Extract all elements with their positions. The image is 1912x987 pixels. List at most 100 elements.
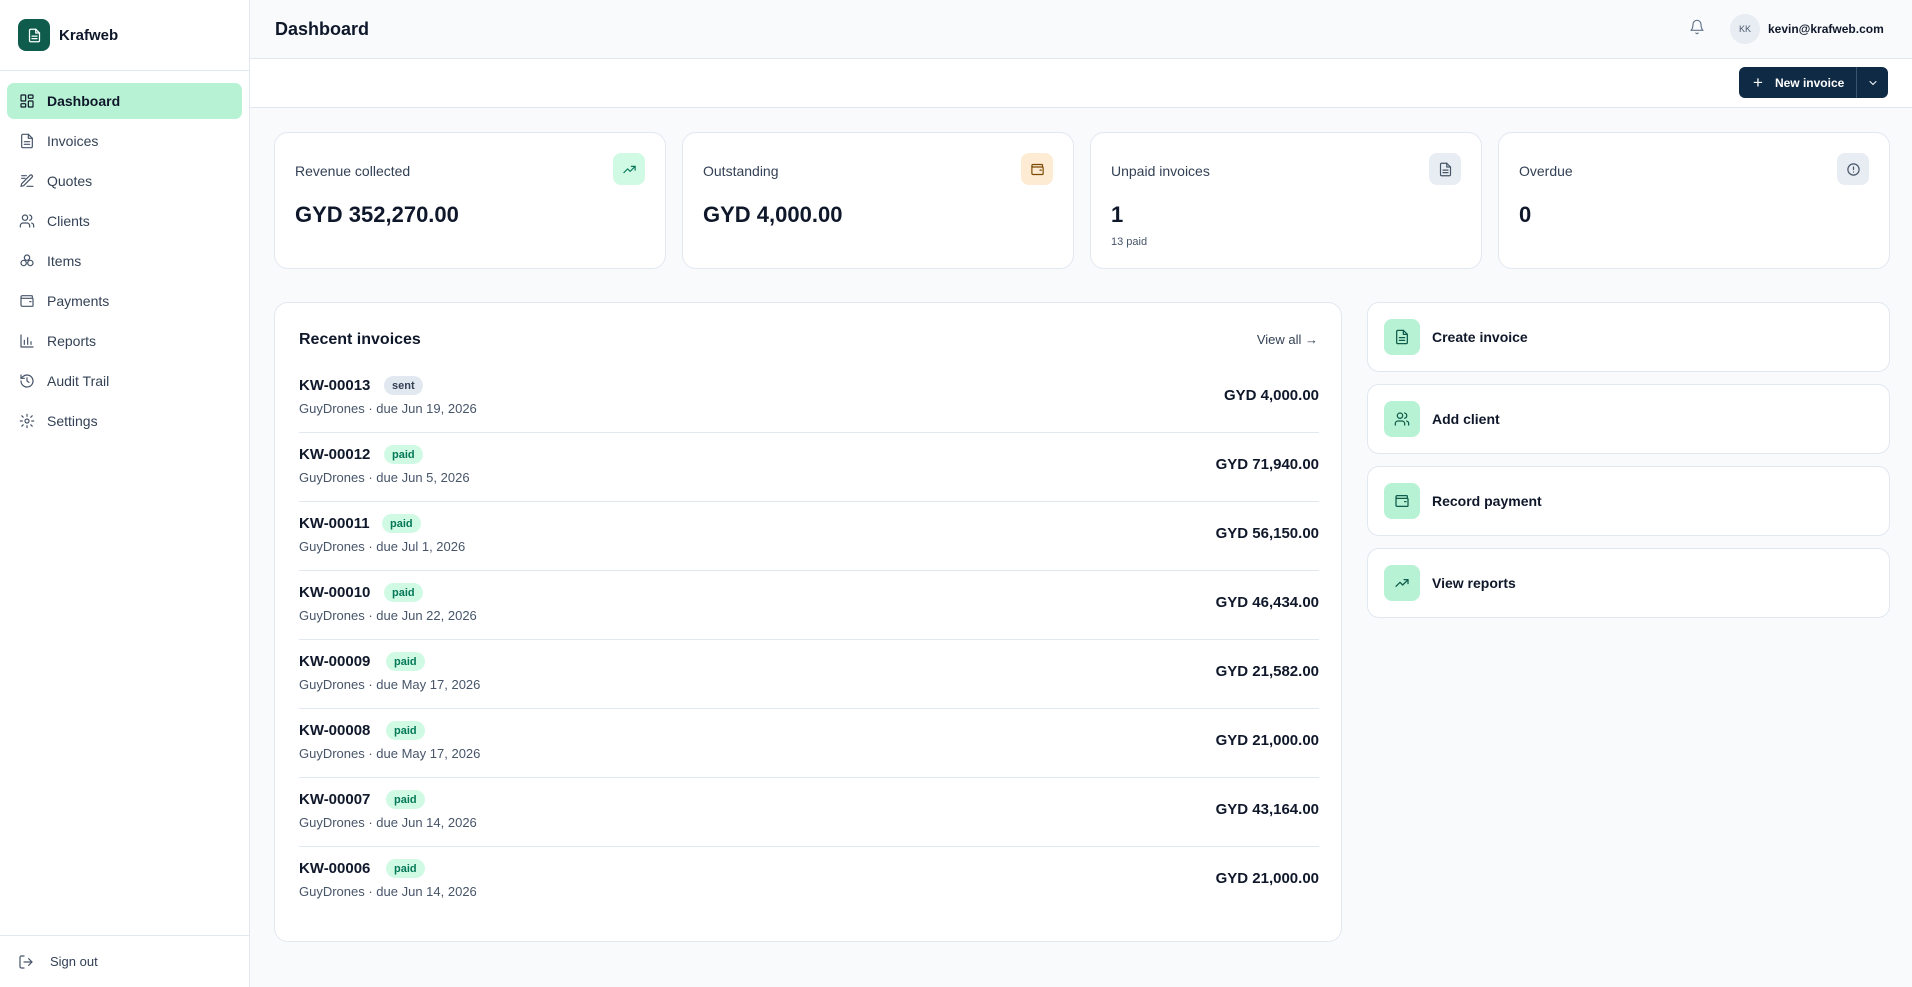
- sidebar-item-label: Clients: [47, 213, 90, 229]
- invoice-number: KW-00009: [299, 653, 371, 670]
- invoice-row[interactable]: KW-00008 paid GuyDrones · due May 17, 20…: [299, 709, 1319, 778]
- sidebar-item-label: Audit Trail: [47, 373, 110, 389]
- user-menu[interactable]: KK kevin@krafweb.com: [1730, 13, 1884, 45]
- sidebar-item-invoices[interactable]: Invoices: [7, 123, 242, 159]
- invoice-amount: GYD 21,000.00: [1215, 870, 1319, 887]
- sidebar-item-dashboard[interactable]: Dashboard: [7, 83, 242, 119]
- stat-label: Revenue collected: [295, 163, 411, 179]
- status-badge: paid: [386, 859, 425, 878]
- invoice-meta: GuyDrones · due Jun 19, 2026: [299, 401, 477, 416]
- invoice-row[interactable]: KW-00012 paid GuyDrones · due Jun 5, 202…: [299, 433, 1319, 502]
- stat-icon-wrap: [613, 153, 645, 185]
- stat-label: Unpaid invoices: [1111, 163, 1210, 179]
- action-icon-wrap: [1384, 565, 1420, 601]
- alert-circle-icon: [1846, 162, 1860, 176]
- sidebar-item-label: Items: [47, 253, 82, 269]
- stat-value: 0: [1519, 202, 1532, 227]
- document-icon: [28, 28, 40, 42]
- stat-icon-wrap: [1021, 153, 1053, 185]
- invoice-row[interactable]: KW-00013 sent GuyDrones · due Jun 19, 20…: [299, 364, 1319, 433]
- stat-subtext: 13 paid: [1111, 236, 1148, 248]
- view-all-link[interactable]: View all →: [1257, 332, 1318, 347]
- invoice-number: KW-00011: [299, 515, 370, 532]
- document-icon: [1396, 329, 1408, 345]
- stat-card-unpaid: Unpaid invoices 1 13 paid: [1090, 132, 1482, 269]
- sidebar-item-label: Reports: [47, 333, 97, 349]
- chevron-down-icon: [1869, 80, 1877, 85]
- stat-card-overdue: Overdue 0: [1498, 132, 1890, 269]
- create-invoice-action[interactable]: Create invoice: [1367, 302, 1890, 372]
- sign-out-button[interactable]: Sign out: [0, 935, 250, 987]
- recent-invoices-card: Recent invoices View all → KW-00013 sent…: [274, 302, 1342, 942]
- sidebar-item-items[interactable]: Items: [7, 243, 242, 279]
- document-icon: [1439, 162, 1451, 176]
- quote-icon: [20, 174, 34, 187]
- sidebar-item-label: Settings: [47, 413, 98, 429]
- brand[interactable]: Krafweb: [0, 0, 249, 71]
- sign-out-icon: [19, 954, 33, 969]
- invoice-row[interactable]: KW-00007 paid GuyDrones · due Jun 14, 20…: [299, 778, 1319, 847]
- invoice-amount: GYD 4,000.00: [1223, 387, 1319, 404]
- invoice-row[interactable]: KW-00011 paid GuyDrones · due Jul 1, 202…: [299, 502, 1319, 571]
- invoice-meta: GuyDrones · due Jun 14, 2026: [299, 815, 477, 830]
- invoice-amount: GYD 43,164.00: [1215, 801, 1319, 818]
- page-title: Dashboard: [275, 18, 370, 39]
- new-invoice-button[interactable]: + New invoice: [1739, 67, 1856, 98]
- users-icon: [19, 214, 35, 228]
- status-badge: paid: [382, 514, 421, 533]
- sign-out-label: Sign out: [50, 954, 98, 969]
- history-icon: [20, 374, 34, 388]
- dashboard-icon: [20, 94, 34, 108]
- invoice-number: KW-00008: [299, 722, 371, 739]
- wallet-icon: [1395, 495, 1409, 507]
- sidebar-item-payments[interactable]: Payments: [7, 283, 242, 319]
- sidebar-item-clients[interactable]: Clients: [7, 203, 242, 239]
- action-label: Record payment: [1432, 493, 1542, 509]
- brand-name: Krafweb: [59, 26, 119, 44]
- invoice-amount: GYD 46,434.00: [1215, 594, 1319, 611]
- invoice-number: KW-00013: [299, 377, 371, 394]
- new-invoice-dropdown-button[interactable]: [1856, 67, 1888, 98]
- notifications-button[interactable]: [1689, 19, 1707, 37]
- sidebar-item-settings[interactable]: Settings: [7, 403, 242, 439]
- sidebar-item-reports[interactable]: Reports: [7, 323, 242, 359]
- invoice-number: KW-00012: [299, 446, 371, 463]
- trending-up-icon: [622, 165, 636, 173]
- status-badge: paid: [384, 445, 423, 464]
- status-badge: paid: [384, 583, 423, 602]
- invoice-row[interactable]: KW-00006 paid GuyDrones · due Jun 14, 20…: [299, 847, 1319, 916]
- add-client-action[interactable]: Add client: [1367, 384, 1890, 454]
- stat-icon-wrap: [1837, 153, 1869, 185]
- invoice-row[interactable]: KW-00009 paid GuyDrones · due May 17, 20…: [299, 640, 1319, 709]
- action-label: Add client: [1432, 411, 1500, 427]
- action-icon-wrap: [1384, 483, 1420, 519]
- toolbar: + New invoice: [250, 59, 1912, 108]
- wallet-icon: [1030, 163, 1044, 175]
- action-icon-wrap: [1384, 319, 1420, 355]
- invoice-amount: GYD 56,150.00: [1215, 525, 1319, 542]
- invoice-meta: GuyDrones · due Jun 22, 2026: [299, 608, 477, 623]
- sidebar-item-quotes[interactable]: Quotes: [7, 163, 242, 199]
- stat-value: GYD 352,270.00: [295, 202, 459, 227]
- invoice-meta: GuyDrones · due May 17, 2026: [299, 677, 481, 692]
- view-reports-action[interactable]: View reports: [1367, 548, 1890, 618]
- gear-icon: [19, 413, 35, 429]
- invoice-number: KW-00006: [299, 860, 371, 877]
- invoice-row[interactable]: KW-00010 paid GuyDrones · due Jun 22, 20…: [299, 571, 1319, 640]
- invoice-meta: GuyDrones · due Jul 1, 2026: [299, 539, 466, 554]
- sidebar-item-label: Dashboard: [47, 93, 121, 109]
- sidebar-nav: Dashboard Invoices Quotes Clients Items …: [0, 71, 249, 439]
- invoice-meta: GuyDrones · due Jun 14, 2026: [299, 884, 477, 899]
- brand-logo: [18, 19, 50, 51]
- invoice-list: KW-00013 sent GuyDrones · due Jun 19, 20…: [299, 364, 1319, 916]
- invoice-meta: GuyDrones · due Jun 5, 2026: [299, 470, 470, 485]
- invoice-amount: GYD 21,000.00: [1215, 732, 1319, 749]
- stat-card-outstanding: Outstanding GYD 4,000.00: [682, 132, 1074, 269]
- plus-icon: +: [1753, 73, 1763, 92]
- stat-value: 1: [1111, 202, 1124, 227]
- record-payment-action[interactable]: Record payment: [1367, 466, 1890, 536]
- action-label: View reports: [1432, 575, 1516, 591]
- sidebar-item-audit-trail[interactable]: Audit Trail: [7, 363, 242, 399]
- stat-card-revenue: Revenue collected GYD 352,270.00: [274, 132, 666, 269]
- chart-icon: [20, 334, 34, 348]
